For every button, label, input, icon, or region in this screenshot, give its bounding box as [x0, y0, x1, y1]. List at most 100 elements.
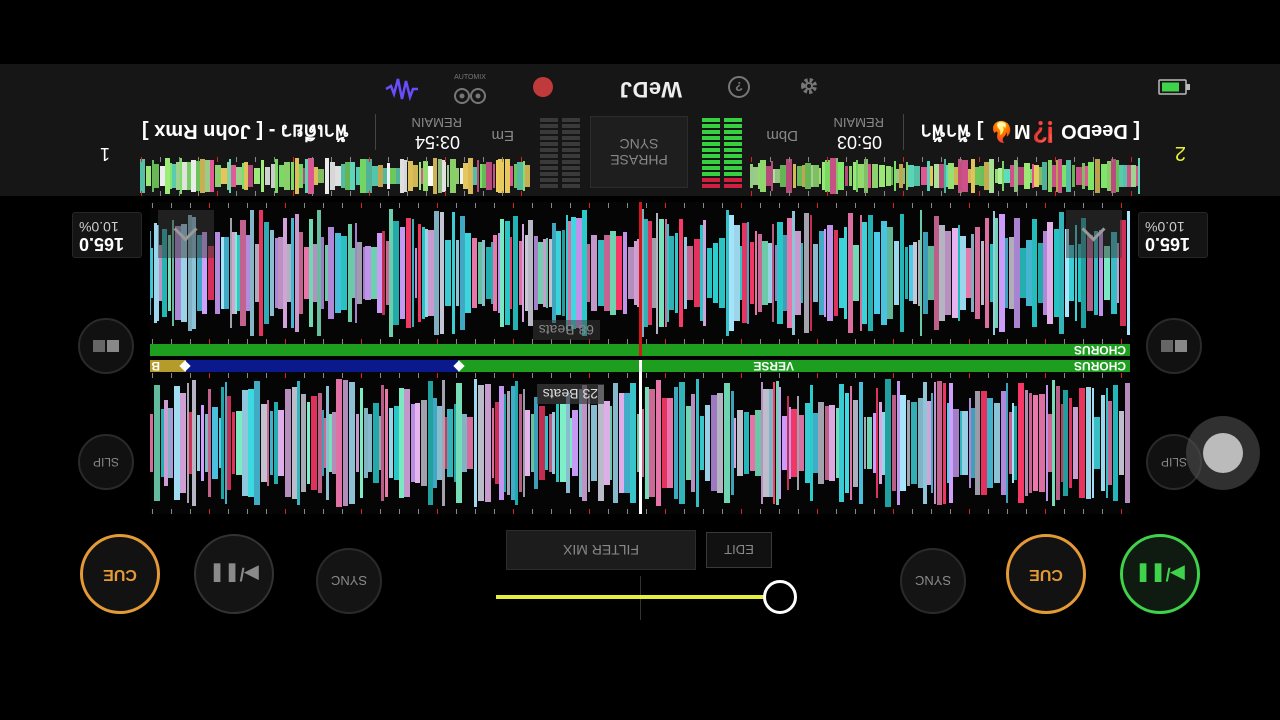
waveform-bar [760, 159, 766, 193]
waveform-bar [299, 232, 303, 314]
beat-tick [684, 203, 685, 208]
waveform-bar [201, 405, 204, 481]
waveform-bar [777, 221, 783, 325]
deck2-sync-button[interactable]: SYNC [900, 548, 966, 614]
beat-tick [960, 157, 961, 162]
waveform-bar [236, 166, 242, 186]
waveform-bar [364, 407, 368, 479]
settings-button[interactable] [798, 75, 820, 97]
crossfader-track[interactable] [496, 595, 780, 599]
waveform-view-button[interactable] [380, 72, 420, 102]
waveform-bar [805, 163, 811, 189]
waveform-bar [421, 399, 427, 487]
waveform-bar [1108, 400, 1112, 486]
waveform-bar [679, 381, 685, 505]
record-button[interactable] [533, 77, 553, 97]
beat-tick [342, 509, 343, 514]
waveform-bar [662, 398, 667, 488]
deck2-play-pause-button[interactable]: ▶/❚❚ [1120, 534, 1200, 614]
beat-tick [323, 509, 324, 514]
waveform-bar [390, 168, 396, 184]
beat-tick [152, 509, 153, 514]
waveform-bar [349, 381, 355, 505]
meter-segment [724, 178, 742, 182]
deck1-sync-button[interactable]: SYNC [316, 548, 382, 614]
meter-segment [724, 160, 742, 164]
waveform-bar [1018, 167, 1024, 185]
phrase-b-label: B [151, 359, 160, 373]
filter-mix-button[interactable]: FILTER MIX [506, 530, 696, 570]
waveform-bar [492, 408, 494, 479]
beat-tick [960, 191, 961, 196]
chevron-up-icon [1081, 217, 1107, 243]
waveform-bar [838, 162, 844, 190]
beat-tick [456, 373, 457, 378]
meter-segment [724, 136, 742, 140]
deck2-collapse-button[interactable] [1066, 210, 1122, 258]
waveform-bar [644, 219, 648, 327]
meter-segment [724, 142, 742, 146]
beat-tick [836, 203, 837, 208]
waveform-bar [830, 158, 836, 194]
assistive-touch-button[interactable] [1186, 416, 1260, 490]
beat-tick [1007, 509, 1008, 514]
waveform-bar [923, 381, 927, 505]
waveform-bar [456, 168, 459, 184]
waveform-bar [918, 239, 920, 307]
waveform-bar [703, 220, 706, 326]
waveform-bar [868, 163, 871, 189]
waveform-bar [299, 163, 303, 189]
waveform-bar [505, 159, 510, 193]
waveform-bar [552, 223, 556, 323]
deck1-play-pause-button[interactable]: ▶/❚❚ [194, 534, 274, 614]
deck2-overview-waveform[interactable] [140, 156, 530, 196]
phrase-sync-button[interactable]: PHRASE SYNC [590, 116, 688, 188]
beat-tick [608, 509, 609, 514]
waveform-bar [329, 414, 332, 472]
deck2-bpm-display[interactable]: 165.0 10.0% [1138, 212, 1208, 258]
meter-segment [702, 178, 720, 182]
waveform-bar [164, 400, 168, 486]
deck2-cue-button[interactable]: CUE [1006, 534, 1086, 614]
beat-tick [741, 203, 742, 208]
deck1-loop-button[interactable] [78, 318, 134, 374]
waveform-bar [1106, 387, 1108, 499]
waveform-bar [604, 400, 610, 486]
beat-tick [1007, 339, 1008, 344]
edit-button[interactable]: EDIT [706, 532, 772, 568]
waveform-bar [396, 168, 400, 184]
waveform-bar [1113, 385, 1118, 501]
deck1-cue-button[interactable]: CUE [80, 534, 160, 614]
waveform-bar [836, 158, 838, 194]
deck1-overview-waveform[interactable] [750, 156, 1140, 196]
deck1-playhead [639, 360, 642, 514]
waveform-bar [780, 165, 786, 187]
meter-segment [562, 148, 580, 152]
waveform-bar [758, 163, 760, 189]
beat-tick [190, 509, 191, 514]
beat-tick [418, 509, 419, 514]
automix-button[interactable]: AUTOMIX [450, 70, 490, 106]
beat-tick [388, 157, 389, 162]
beat-tick [1093, 191, 1094, 196]
beat-tick [141, 157, 142, 162]
deck1-slip-button[interactable]: SLIP [78, 434, 134, 490]
deck2-loop-button[interactable] [1146, 318, 1202, 374]
waveform-bar [995, 217, 998, 329]
waveform-bar [477, 159, 479, 193]
waveform-bar [495, 401, 499, 485]
waveform-bar [450, 159, 456, 193]
deck1-bpm-display[interactable]: 165.0 10.0% [72, 212, 142, 258]
deck1-sync-label: SYNC [330, 573, 368, 589]
beat-tick [274, 191, 275, 196]
waveform-bar [1073, 407, 1078, 479]
waveform-bar [371, 246, 377, 300]
help-button[interactable]: ? [728, 76, 750, 98]
waveform-bar [348, 224, 352, 323]
meter-segment [540, 166, 558, 170]
deck1-collapse-button[interactable] [158, 210, 214, 258]
meter-segment [540, 130, 558, 134]
waveform-bar [438, 159, 442, 193]
beat-tick [475, 373, 476, 378]
crossfader-knob[interactable] [763, 580, 797, 614]
